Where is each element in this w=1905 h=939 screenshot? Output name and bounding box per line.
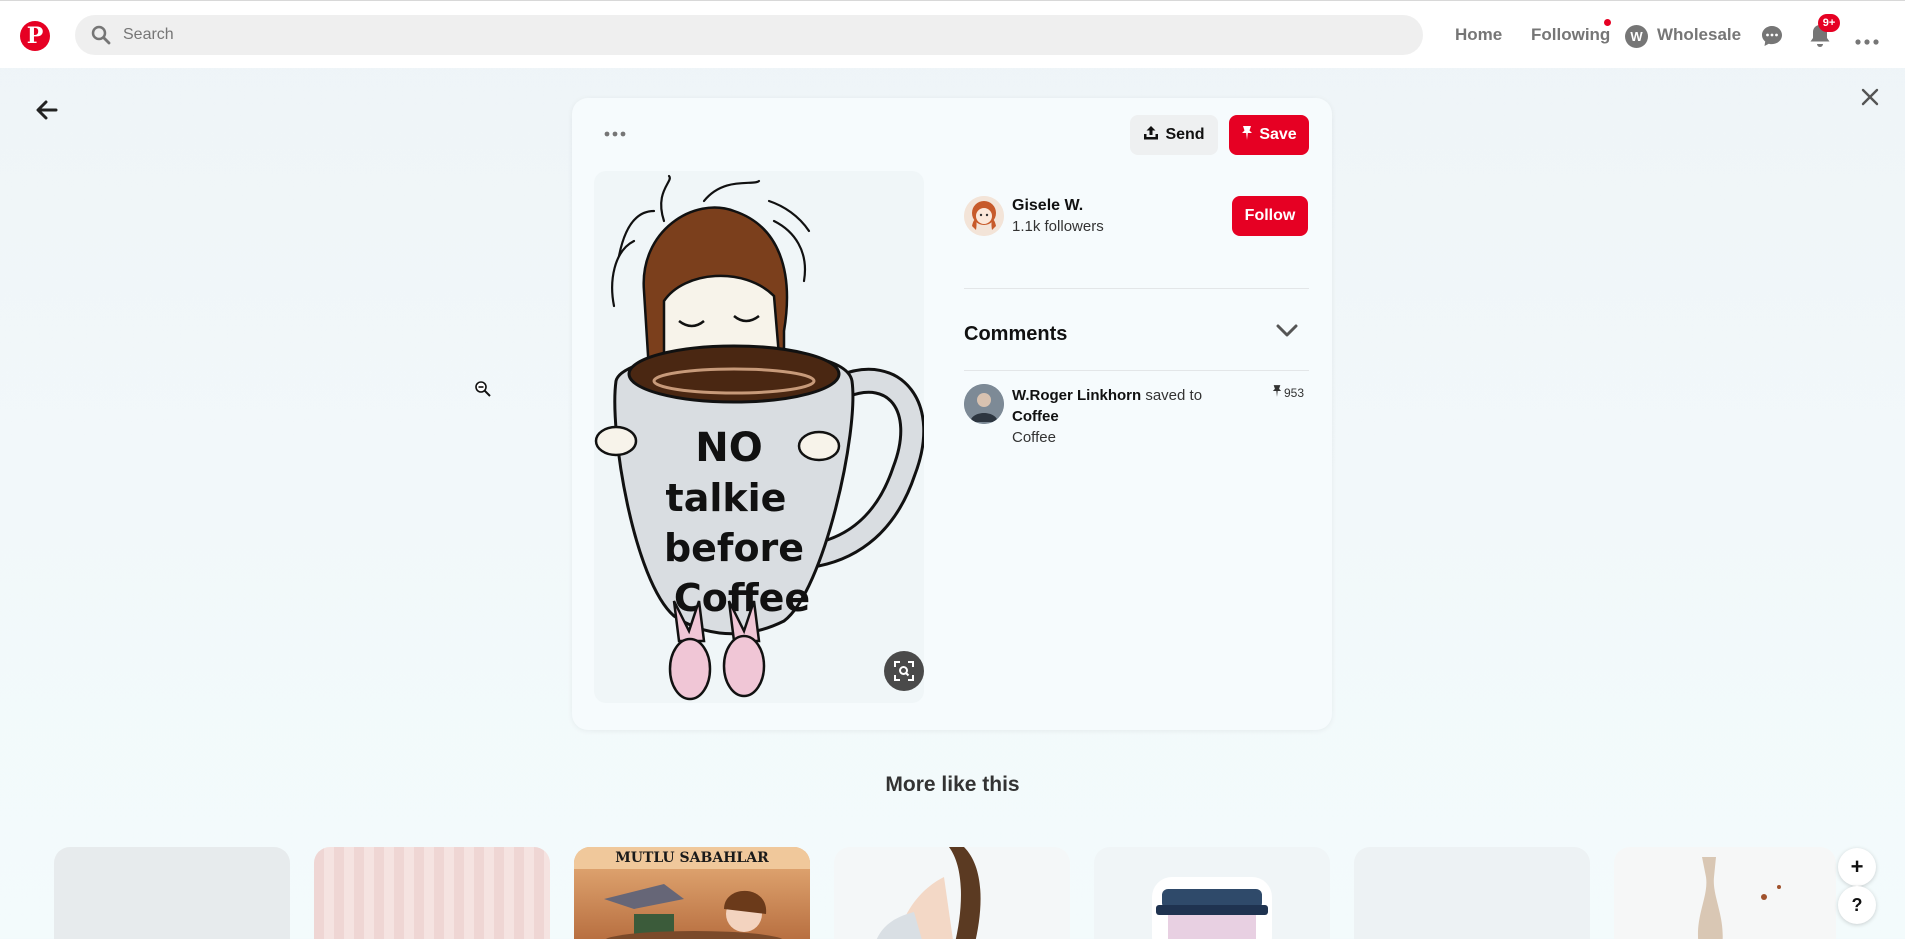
close-icon[interactable] xyxy=(1861,88,1879,111)
creator-followers: 1.1k followers xyxy=(1012,218,1104,235)
image-text-line-2: talkie xyxy=(666,476,787,520)
search-icon xyxy=(91,25,111,50)
related-pin-tile[interactable] xyxy=(834,847,1070,939)
related-pin-tile[interactable] xyxy=(54,847,290,939)
account-avatar[interactable]: W xyxy=(1625,25,1648,48)
notifications-badge: 9+ xyxy=(1818,14,1840,32)
repin-count-value: 953 xyxy=(1284,385,1305,400)
visual-search-button[interactable] xyxy=(884,651,924,691)
related-pin-tile[interactable] xyxy=(1354,847,1590,939)
comments-heading[interactable]: Comments xyxy=(964,323,1067,346)
follow-button[interactable]: Follow xyxy=(1232,196,1308,236)
activity-action: saved to xyxy=(1145,387,1203,404)
activity-board-subtitle: Coffee xyxy=(1012,429,1056,446)
send-button[interactable]: Send xyxy=(1130,115,1218,155)
repin-count: 953 xyxy=(1272,384,1304,401)
search-input[interactable] xyxy=(123,15,1403,55)
zoom-out-cursor-icon xyxy=(474,380,492,403)
more-like-this-heading: More like this xyxy=(885,773,1020,796)
back-arrow-icon[interactable] xyxy=(36,100,58,125)
following-new-dot xyxy=(1604,19,1611,26)
pin-icon xyxy=(1272,384,1282,401)
search-bar[interactable] xyxy=(75,15,1423,55)
add-button[interactable]: + xyxy=(1838,848,1876,886)
related-pin-tile[interactable] xyxy=(314,847,550,939)
nav-home[interactable]: Home xyxy=(1455,25,1502,45)
chevron-down-icon[interactable] xyxy=(1276,324,1298,343)
top-bar: P Home Following W Wholesale 9+ xyxy=(0,0,1905,68)
send-label: Send xyxy=(1165,126,1205,143)
nav-wholesale[interactable]: Wholesale xyxy=(1657,25,1741,45)
creator-name[interactable]: Gisele W. xyxy=(1012,197,1083,215)
image-text-line-1: NO xyxy=(695,425,762,471)
pin-image[interactable]: NO talkie before Coffee xyxy=(594,171,924,703)
pin-icon xyxy=(1241,125,1253,146)
related-pin-tile[interactable] xyxy=(1614,847,1836,939)
divider xyxy=(964,370,1309,371)
divider xyxy=(964,288,1309,289)
tile-caption: MUTLU SABAHLAR xyxy=(574,847,810,869)
tile-illustration xyxy=(604,884,783,939)
related-pin-tile[interactable]: MUTLU SABAHLAR xyxy=(574,847,810,939)
pin-card: Send Save NO talkie before Coffee Gisele… xyxy=(572,98,1332,730)
share-upload-icon xyxy=(1143,125,1159,146)
more-options-icon[interactable] xyxy=(1855,32,1879,50)
tile-illustration xyxy=(876,847,981,939)
activity-text: W.Roger Linkhorn saved to Coffee Coffee xyxy=(1012,385,1262,448)
tile-illustration xyxy=(1698,857,1781,939)
creator-avatar[interactable] xyxy=(964,196,1004,236)
help-button[interactable]: ? xyxy=(1838,886,1876,924)
save-label: Save xyxy=(1259,126,1297,143)
activity-board-name[interactable]: Coffee xyxy=(1012,408,1059,425)
tile-illustration xyxy=(1152,877,1272,939)
related-pin-tile[interactable] xyxy=(1094,847,1330,939)
activity-user-avatar[interactable] xyxy=(964,384,1004,424)
pinterest-logo[interactable]: P xyxy=(20,21,50,51)
save-button[interactable]: Save xyxy=(1229,115,1309,155)
nav-following[interactable]: Following xyxy=(1531,25,1610,45)
messages-icon[interactable] xyxy=(1760,24,1784,53)
image-text-line-3: before xyxy=(664,526,804,570)
coffee-girl-illustration: NO talkie before Coffee xyxy=(594,174,924,701)
activity-user-name[interactable]: W.Roger Linkhorn xyxy=(1012,387,1141,404)
pin-more-options-icon[interactable] xyxy=(604,124,626,142)
